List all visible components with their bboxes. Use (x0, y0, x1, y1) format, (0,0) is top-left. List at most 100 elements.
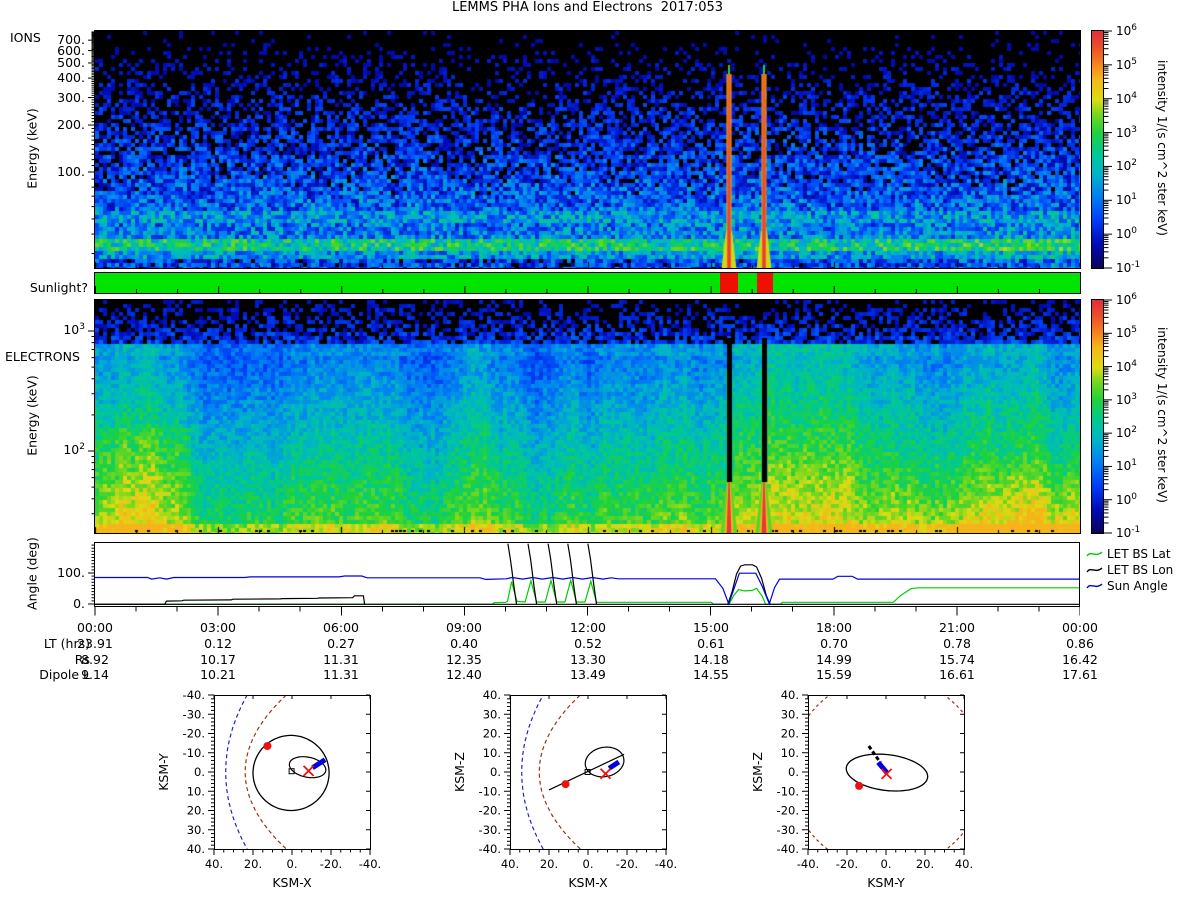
orbit-xaxis-title: KSM-X (272, 875, 312, 890)
orbit-xaxis-title: KSM-X (568, 875, 608, 890)
time-tick-label: 09:00 (445, 620, 483, 635)
row-value: 14.55 (693, 667, 729, 682)
row-value: 0.70 (820, 636, 848, 651)
orbit-ytick-label: 10. (187, 784, 205, 798)
time-tick-label: 00:00 (76, 620, 114, 635)
orbit-xtick-label: -20. (616, 857, 638, 871)
orbit-xtick-label: 40. (501, 857, 519, 871)
orbit-ytick-label: 40. (483, 688, 501, 702)
electron-spectrogram-canvas (95, 300, 1080, 533)
electron-ytick-label: 103 (63, 322, 85, 338)
orbit-ytick-label: 0. (788, 765, 799, 779)
colorbar-tick-label: 103 (1116, 124, 1138, 140)
orbit-ytick-label: -40. (183, 688, 205, 702)
orbit-xtick-label: -20. (836, 857, 858, 871)
orbit-ytick-label: -40. (777, 842, 799, 856)
orbit-ytick-label: 10. (781, 746, 799, 760)
ion-ytick-label: 100. (57, 164, 85, 179)
orbit-xtick-label: 40. (955, 857, 973, 871)
orbit-ytick-label: -10. (479, 784, 501, 798)
row-value: 12.40 (446, 667, 482, 682)
orbit-ytick-label: 30. (483, 707, 501, 721)
row-value: 0.78 (943, 636, 971, 651)
orbit-ytick-label: 30. (781, 707, 799, 721)
row-value: 0.40 (450, 636, 478, 651)
row-value: 10.17 (200, 652, 236, 667)
colorbar-tick-label: 106 (1116, 23, 1138, 38)
row-value: 13.30 (570, 652, 606, 667)
angle-series-let-bs-lon (727, 564, 771, 605)
ion-ytick-label: 300. (57, 90, 85, 105)
orbit-ytick-label: -20. (183, 727, 205, 741)
orbit-xtick-label: 0. (881, 857, 892, 871)
time-tick-label: 06:00 (322, 620, 360, 635)
ion-ytick-label: 200. (57, 117, 85, 132)
electron-ytick-label: 102 (63, 442, 85, 458)
ion-ylabel: Energy (keV) (24, 108, 40, 189)
lemms-plot-page: LEMMS PHA Ions and Electrons 2017:053 IO… (0, 0, 1200, 900)
row-value: 16.61 (939, 667, 975, 682)
orbit-ytick-label: -30. (777, 823, 799, 837)
orbit-ytick-label: -10. (183, 746, 205, 760)
row-value: 10.21 (200, 667, 236, 682)
row-value: 0.12 (204, 636, 232, 651)
legend-item-let-bs-lat: LET BS Lat (1086, 547, 1171, 561)
orbit-xtick-label: 20. (540, 857, 558, 871)
orbit-yaxis-title: KSM-Y (156, 753, 171, 791)
colorbar-tick-label: 10-1 (1116, 525, 1141, 540)
row-value: 0.86 (1066, 636, 1094, 651)
orbit-plot-curves (225, 695, 330, 849)
colorbar-tick-label: 103 (1116, 391, 1138, 407)
legend-item-sun-angle: Sun Angle (1086, 579, 1168, 593)
orbit-yaxis-title: KSM-Z (452, 752, 467, 792)
colorbar-tick-label: 100 (1116, 226, 1138, 242)
colorbar-tick-label: 104 (1116, 358, 1138, 374)
time-tick-label: 21:00 (938, 620, 976, 635)
ion-colorbar-ticks (1104, 30, 1112, 269)
colorbar-tick-label: 101 (1116, 458, 1138, 474)
row-value: 0.52 (574, 636, 602, 651)
orbit-plot-curves (521, 695, 625, 849)
orbit-ytick-label: 40. (187, 842, 205, 856)
orbit-yaxis-title: KSM-Z (750, 752, 765, 792)
row-value: 23.91 (77, 636, 113, 651)
angle-series-let-bs-lon (587, 543, 598, 605)
ion-spectrogram-canvas (95, 31, 1080, 268)
electron-panel-label: ELECTRONS (5, 349, 80, 364)
row-value: 14.99 (816, 652, 852, 667)
orbit-plots: 40. 20. 0. -20. -40. -40. -30. -20. -10. 0. 10. 20.… (156, 688, 973, 890)
ion-ytick-label: 500. (57, 55, 85, 70)
orbit-ytick-label: -30. (183, 707, 205, 721)
colorbar-tick-label: 101 (1116, 192, 1138, 208)
orbit-ytick-label: 0. (490, 765, 501, 779)
angle-series-let-bs-lon (527, 543, 538, 605)
electron-colorbar-ticks (1104, 299, 1112, 534)
time-tick-label: 15:00 (692, 620, 730, 635)
orbit-ytick-label: -30. (479, 823, 501, 837)
row-value: 0.61 (697, 636, 725, 651)
row-value: 0.27 (327, 636, 355, 651)
orbit-xtick-label: 0. (583, 857, 594, 871)
row-value: 17.61 (1062, 667, 1098, 682)
orbit-xtick-label: -40. (655, 857, 677, 871)
colorbar-tick-label: 105 (1116, 325, 1138, 341)
legend-line-swatch (1086, 567, 1103, 573)
orbit-xtick-label: 20. (244, 857, 262, 871)
legend-line-swatch (1086, 583, 1103, 589)
orbit-ytick-label: 40. (781, 688, 799, 702)
colorbar-tick-label: 104 (1116, 90, 1138, 106)
angle-series-let-bs-lon (567, 543, 577, 605)
time-tick-label: 03:00 (199, 620, 237, 635)
time-tick-label: 12:00 (569, 620, 607, 635)
ion-colorbar-title: intensity 1/(s cm^2 ster keV) (1155, 60, 1169, 236)
sunlight-label: Sunlight? (29, 280, 88, 295)
row-value: 11.31 (323, 652, 359, 667)
orbit-xtick-label: 0. (287, 857, 298, 871)
orbit-xtick-label: -40. (359, 857, 381, 871)
legend-item-let-bs-lon: LET BS Lon (1086, 563, 1173, 577)
orbit-ytick-label: -10. (777, 784, 799, 798)
orbit-xaxis-title: KSM-Y (867, 875, 905, 890)
row-value: 15.74 (939, 652, 975, 667)
colorbar-tick-label: 10-1 (1116, 260, 1141, 275)
orbit-ytick-label: -20. (479, 804, 501, 818)
